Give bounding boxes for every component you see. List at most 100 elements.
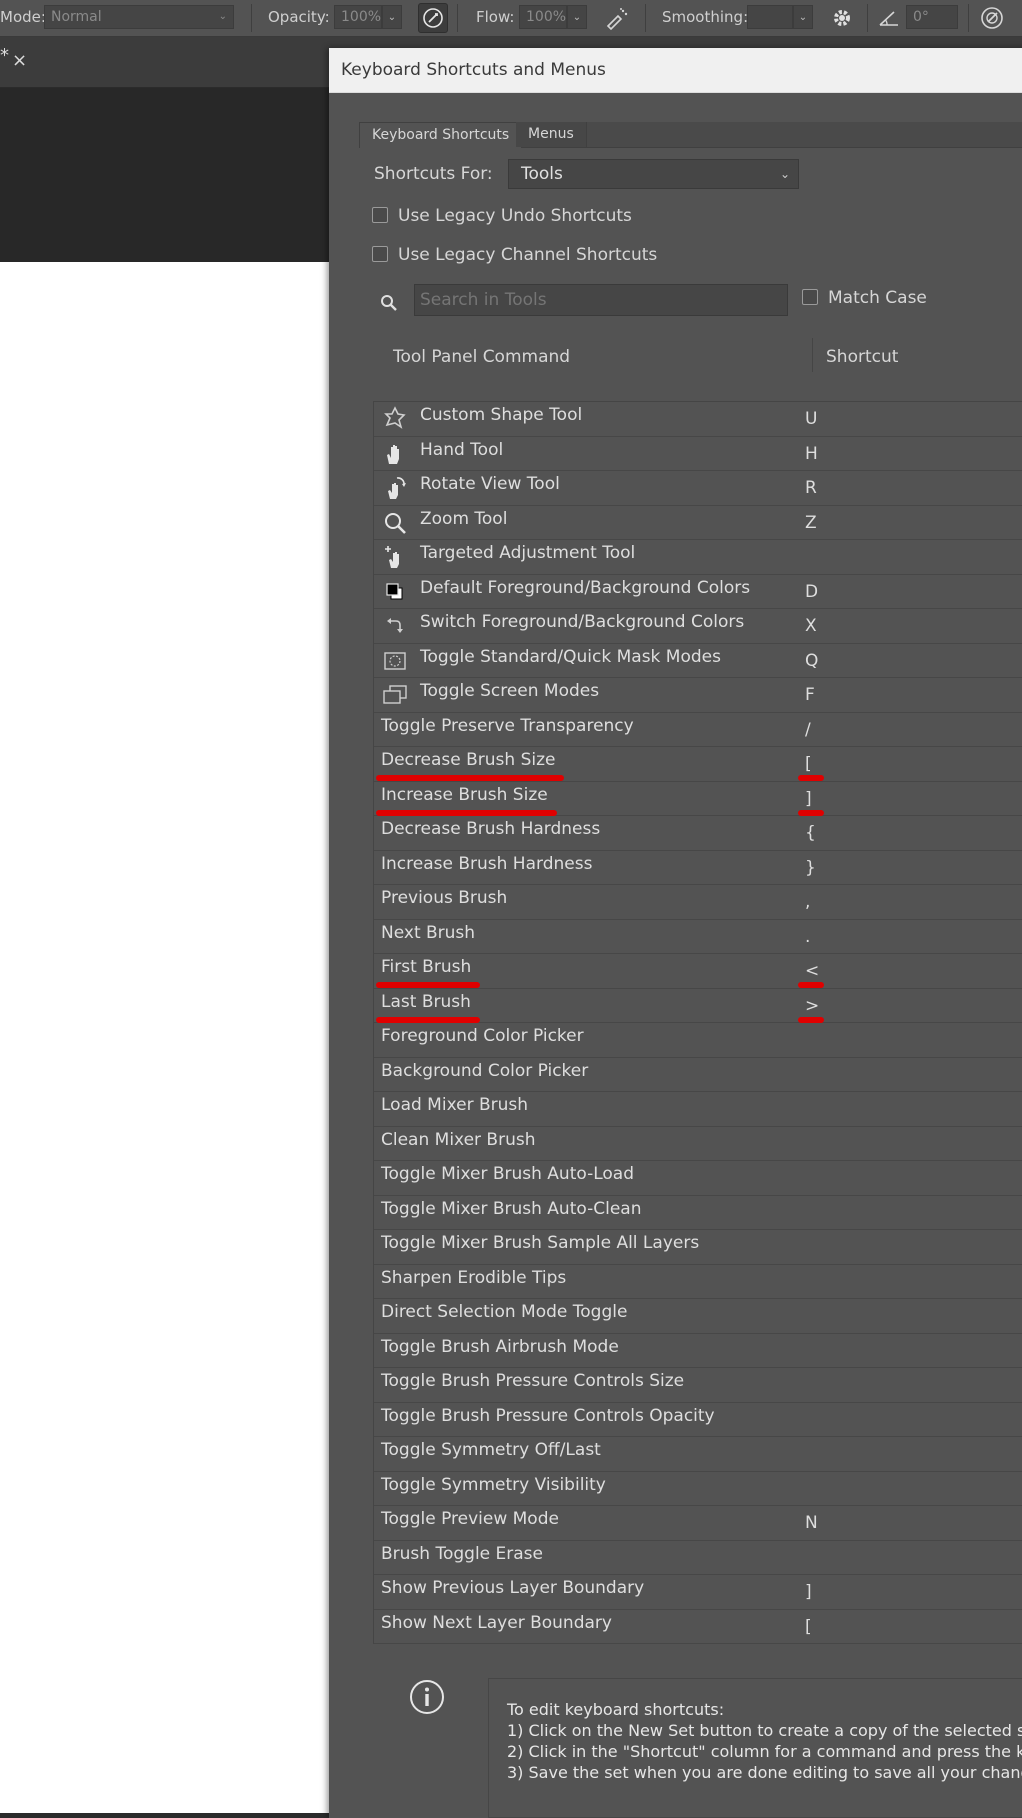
table-row[interactable]: Direct Selection Mode Toggle [374,1299,1022,1334]
dialog-title: Keyboard Shortcuts and Menus [341,60,606,80]
flow-input[interactable]: 100% [519,5,567,29]
table-row[interactable]: Previous Brush, [374,885,1022,920]
table-row[interactable]: Rotate View Tool R [374,471,1022,506]
table-row[interactable]: Next Brush. [374,920,1022,954]
tab-menus[interactable]: Menus [516,122,587,147]
shortcut-key[interactable]: [ [805,1617,812,1637]
table-row[interactable]: Show Previous Layer Boundary] [374,1575,1022,1610]
match-case-checkbox[interactable] [802,289,818,305]
shortcut-key[interactable]: Q [805,651,818,671]
table-row[interactable]: Default Foreground/Background Colors D [374,575,1022,609]
angle-icon [879,11,898,26]
legacy-undo-label: Use Legacy Undo Shortcuts [398,206,632,226]
shortcut-key[interactable]: > [805,996,819,1016]
command-label: Sharpen Erodible Tips [381,1267,567,1288]
shortcut-key[interactable]: / [805,720,811,740]
table-row[interactable]: Foreground Color Picker [374,1023,1022,1058]
legacy-channel-option[interactable]: Use Legacy Channel Shortcuts [372,245,657,267]
shortcut-key[interactable]: N [805,1513,818,1533]
opacity-input[interactable]: 100% [334,5,382,29]
shortcut-key[interactable]: ] [805,789,812,809]
close-icon[interactable]: × [12,50,27,71]
shortcut-key[interactable]: D [805,582,818,602]
legacy-undo-checkbox[interactable] [372,207,388,223]
table-row[interactable]: Show Next Layer Boundary [ [374,1610,1022,1644]
dialog-title-bar[interactable]: Keyboard Shortcuts and Menus [329,48,1022,93]
shortcut-key[interactable]: H [805,444,818,464]
command-label: Toggle Screen Modes [420,681,600,701]
match-case-option[interactable]: Match Case [802,288,927,308]
shortcut-key[interactable]: . [805,927,810,947]
red-underline-annotation [798,1016,824,1023]
search-input[interactable] [414,284,788,316]
shortcut-key[interactable]: < [805,961,819,981]
airbrush-icon [606,8,628,30]
table-row[interactable]: Toggle Symmetry Off/Last [374,1437,1022,1472]
smoothing-dropdown-button[interactable]: ⌄ [793,5,813,29]
mode-select[interactable]: Normal ⌄ [44,5,234,29]
keyboard-shortcuts-dialog: Keyboard Shortcuts and Menus Keyboard Sh… [329,48,1022,1818]
info-icon [410,1680,444,1714]
shortcut-key[interactable]: ] [805,1582,812,1602]
table-row[interactable]: Clean Mixer Brush [374,1127,1022,1161]
table-row[interactable]: Last Brush > [374,989,1022,1023]
table-row[interactable]: Load Mixer Brush [374,1092,1022,1127]
table-row[interactable]: Toggle Symmetry Visibility [374,1472,1022,1506]
column-header-shortcut[interactable]: Shortcut [826,347,898,367]
shortcut-key[interactable]: [ [805,754,812,774]
shortcut-key[interactable]: { [805,823,816,843]
table-row[interactable]: Background Color Picker [374,1058,1022,1092]
table-row[interactable]: Increase Brush Hardness} [374,851,1022,885]
smoothing-options-button[interactable] [827,3,857,33]
table-row[interactable]: Toggle Preview Mode N [374,1506,1022,1541]
legacy-undo-option[interactable]: Use Legacy Undo Shortcuts [372,206,632,228]
table-row[interactable]: Toggle Screen Modes F [374,678,1022,713]
airbrush-button[interactable] [602,3,632,33]
info-line: 2) Click in the "Shortcut" column for a … [507,1742,1022,1761]
pressure-size-button[interactable] [977,3,1007,33]
table-row[interactable]: Toggle Mixer Brush Sample All Layers [374,1230,1022,1265]
table-row[interactable]: Toggle Brush Pressure Controls Size [374,1368,1022,1403]
pressure-opacity-button[interactable] [418,3,448,33]
shortcut-key[interactable]: } [805,858,816,878]
command-label: Toggle Mixer Brush Auto-Clean [381,1198,642,1219]
tab-keyboard-shortcuts[interactable]: Keyboard Shortcuts [359,122,523,148]
red-underline-annotation [798,982,824,988]
table-row[interactable]: First Brush < [374,954,1022,989]
table-row[interactable]: Toggle Mixer Brush Auto-Load [374,1161,1022,1196]
angle-input[interactable]: 0° [906,5,958,29]
shortcut-key[interactable]: X [805,616,817,636]
opacity-dropdown-button[interactable]: ⌄ [382,5,402,29]
table-row[interactable]: Toggle Standard/Quick Mask Modes Q [374,644,1022,678]
table-row[interactable]: Increase Brush Size] [374,782,1022,816]
shortcuts-for-select[interactable]: Tools ⌄ [508,159,799,189]
table-row[interactable]: Decrease Brush Size [ [374,747,1022,782]
table-row[interactable]: Toggle Brush Airbrush Mode [374,1334,1022,1368]
shortcut-key[interactable]: R [805,478,817,498]
table-row[interactable]: Zoom Tool Z [374,506,1022,540]
targeted-adjustment-icon [385,546,399,568]
command-label: Toggle Mixer Brush Auto-Load [381,1164,635,1184]
shortcut-key[interactable]: F [805,685,815,705]
shortcut-key[interactable]: U [805,409,817,429]
pressure-pen-icon [423,8,443,28]
table-row[interactable]: Toggle Mixer Brush Auto-Clean [374,1196,1022,1230]
smoothing-input[interactable] [747,5,793,29]
table-row[interactable]: Hand Tool H [374,437,1022,471]
table-row[interactable]: Decrease Brush Hardness { [374,816,1022,851]
table-row[interactable]: Brush Toggle Erase [374,1541,1022,1575]
shortcut-key[interactable]: , [805,892,810,912]
table-row[interactable]: Custom Shape Tool U [374,402,1022,437]
shortcut-key[interactable]: Z [805,513,817,533]
table-row[interactable]: Switch Foreground/Background Colors X [374,609,1022,644]
shortcuts-for-value: Tools [521,164,563,184]
column-header-command[interactable]: Tool Panel Command [393,347,570,367]
command-label: Toggle Brush Airbrush Mode [381,1336,619,1357]
legacy-channel-checkbox[interactable] [372,246,388,262]
table-row[interactable]: Toggle Preserve Transparency / [374,713,1022,747]
table-row[interactable]: Toggle Brush Pressure Controls Opacity [374,1403,1022,1437]
table-row[interactable]: Sharpen Erodible Tips [374,1265,1022,1299]
flow-dropdown-button[interactable]: ⌄ [567,5,587,29]
flow-label: Flow: [476,8,515,26]
table-row[interactable]: Targeted Adjustment Tool [374,540,1022,575]
